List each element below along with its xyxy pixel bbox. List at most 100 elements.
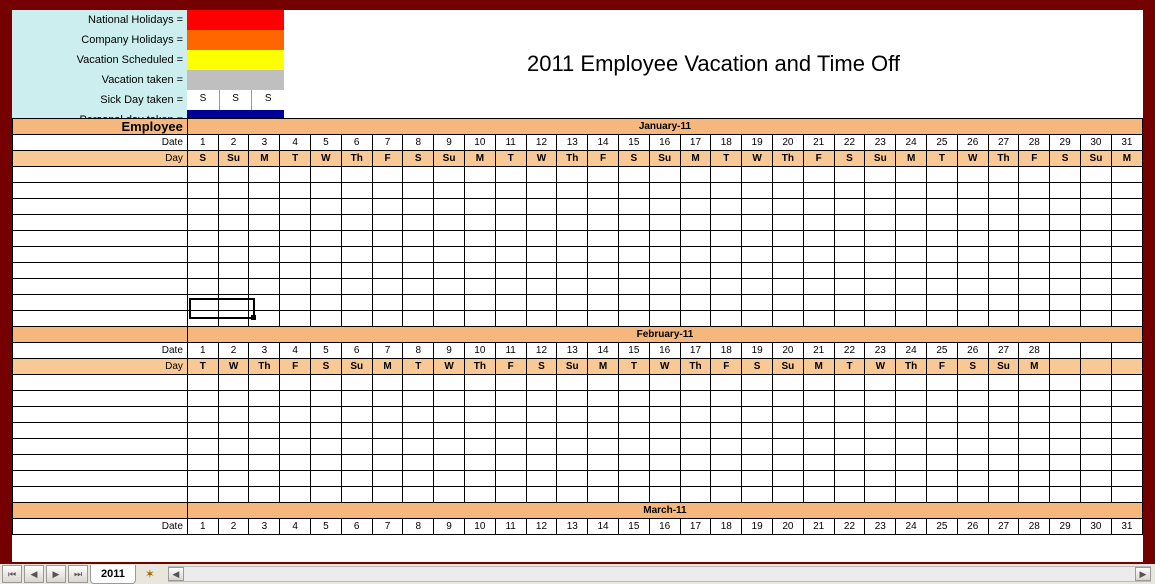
day-cell[interactable]: Th [557, 151, 588, 167]
date-cell[interactable]: 29 [1050, 519, 1081, 535]
employee-row[interactable] [13, 167, 1143, 183]
cell[interactable] [772, 247, 803, 263]
cell[interactable] [680, 455, 711, 471]
employee-row[interactable] [13, 407, 1143, 423]
cell[interactable] [772, 263, 803, 279]
employee-row[interactable] [13, 311, 1143, 327]
date-cell[interactable]: 22 [834, 519, 865, 535]
cell[interactable] [249, 167, 280, 183]
day-cell[interactable]: M [249, 151, 280, 167]
cell[interactable] [311, 391, 342, 407]
cell[interactable] [557, 263, 588, 279]
date-cell[interactable]: 17 [680, 135, 711, 151]
cell[interactable] [803, 183, 834, 199]
employee-row[interactable] [13, 263, 1143, 279]
cell[interactable] [1019, 311, 1050, 327]
cell[interactable] [249, 199, 280, 215]
cell[interactable] [557, 167, 588, 183]
date-cell[interactable]: 19 [742, 519, 773, 535]
cell[interactable] [1019, 471, 1050, 487]
cell[interactable] [249, 455, 280, 471]
cell[interactable] [742, 231, 773, 247]
cell[interactable] [1111, 183, 1142, 199]
day-cell[interactable] [1050, 359, 1081, 375]
cell[interactable] [341, 295, 372, 311]
cell[interactable] [957, 247, 988, 263]
cell[interactable] [1050, 215, 1081, 231]
cell[interactable] [803, 471, 834, 487]
cell[interactable] [957, 279, 988, 295]
day-cell[interactable]: F [927, 359, 958, 375]
cell[interactable] [280, 487, 311, 503]
cell[interactable] [649, 471, 680, 487]
day-cell[interactable]: F [711, 359, 742, 375]
cell[interactable] [526, 439, 557, 455]
date-cell[interactable]: 7 [372, 135, 403, 151]
cell[interactable] [464, 423, 495, 439]
cell[interactable] [649, 391, 680, 407]
cell[interactable] [588, 471, 619, 487]
employee-name-cell[interactable] [13, 311, 188, 327]
cell[interactable] [618, 423, 649, 439]
cell[interactable] [896, 311, 927, 327]
cell[interactable] [403, 215, 434, 231]
cell[interactable] [1111, 455, 1142, 471]
day-cell[interactable]: S [742, 359, 773, 375]
cell[interactable] [680, 391, 711, 407]
cell[interactable] [526, 487, 557, 503]
cell[interactable] [680, 231, 711, 247]
cell[interactable] [772, 375, 803, 391]
cell[interactable] [218, 375, 249, 391]
cell[interactable] [249, 439, 280, 455]
cell[interactable] [988, 247, 1019, 263]
cell[interactable] [865, 167, 896, 183]
cell[interactable] [834, 487, 865, 503]
cell[interactable] [988, 487, 1019, 503]
cell[interactable] [1111, 423, 1142, 439]
cell[interactable] [588, 215, 619, 231]
cell[interactable] [187, 167, 218, 183]
date-cell[interactable]: 11 [495, 343, 526, 359]
cell[interactable] [618, 375, 649, 391]
cell[interactable] [649, 375, 680, 391]
date-cell[interactable]: 22 [834, 343, 865, 359]
cell[interactable] [280, 311, 311, 327]
cell[interactable] [218, 471, 249, 487]
cell[interactable] [311, 439, 342, 455]
cell[interactable] [249, 215, 280, 231]
cell[interactable] [711, 439, 742, 455]
cell[interactable] [927, 455, 958, 471]
employee-name-cell[interactable] [13, 263, 188, 279]
cell[interactable] [557, 311, 588, 327]
cell[interactable] [403, 279, 434, 295]
employee-name-cell[interactable] [13, 455, 188, 471]
cell[interactable] [618, 471, 649, 487]
date-cell[interactable]: 1 [187, 519, 218, 535]
cell[interactable] [218, 311, 249, 327]
cell[interactable] [280, 263, 311, 279]
cell[interactable] [341, 423, 372, 439]
cell[interactable] [588, 295, 619, 311]
cell[interactable] [988, 311, 1019, 327]
cell[interactable] [988, 231, 1019, 247]
cell[interactable] [1019, 183, 1050, 199]
cell[interactable] [1081, 295, 1112, 311]
cell[interactable] [218, 295, 249, 311]
date-cell[interactable]: 26 [957, 343, 988, 359]
day-cell[interactable]: M [464, 151, 495, 167]
cell[interactable] [618, 295, 649, 311]
cell[interactable] [834, 263, 865, 279]
cell[interactable] [957, 199, 988, 215]
cell[interactable] [649, 423, 680, 439]
employee-row[interactable] [13, 215, 1143, 231]
cell[interactable] [772, 487, 803, 503]
date-cell[interactable]: 23 [865, 519, 896, 535]
cell[interactable] [403, 375, 434, 391]
cell[interactable] [711, 311, 742, 327]
cell[interactable] [557, 455, 588, 471]
cell[interactable] [711, 375, 742, 391]
cell[interactable] [372, 487, 403, 503]
cell[interactable] [834, 455, 865, 471]
cell[interactable] [187, 247, 218, 263]
cell[interactable] [434, 391, 465, 407]
